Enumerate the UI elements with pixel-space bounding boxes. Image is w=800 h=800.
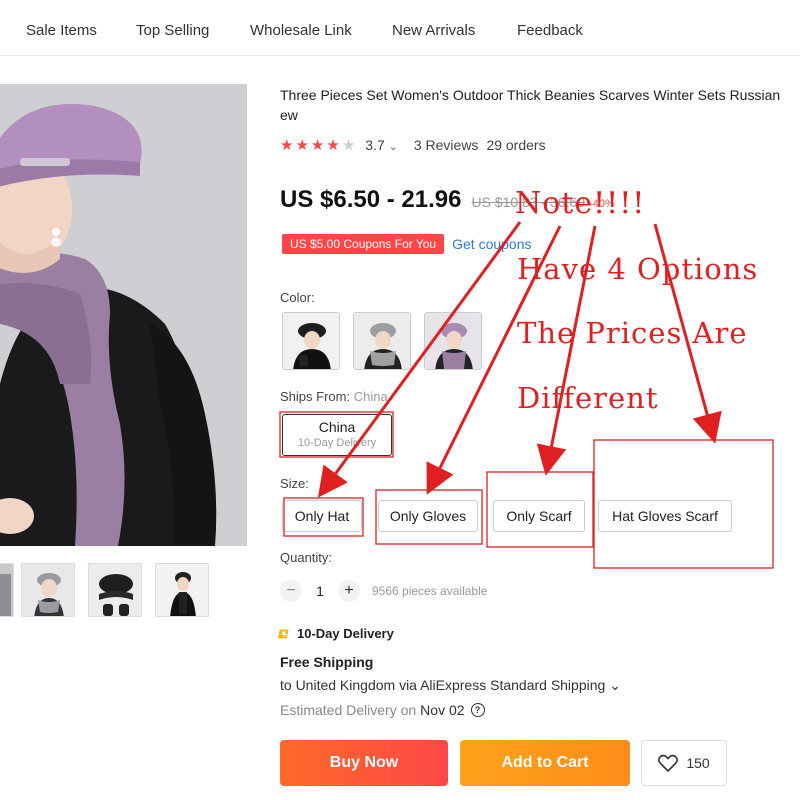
coupon-line: US $5.00 Coupons For You Get coupons [282,234,532,254]
nav-new-arrivals[interactable]: New Arrivals [392,22,475,39]
nav-feedback[interactable]: Feedback [517,22,583,39]
color-option-1[interactable] [282,312,340,370]
increase-button[interactable]: + [338,580,360,602]
ship-delivery-time: 10-Day Delivery [297,437,377,449]
delivery-badge: 10-Day Delivery [278,626,394,641]
ships-from-label: Ships From: China [280,389,388,404]
size-label: Size: [280,476,309,491]
main-product-image[interactable] [0,84,247,546]
size-option-only-hat[interactable]: Only Hat [282,500,362,532]
star-empty-icon: ★ [341,136,356,154]
rating-value[interactable]: 3.7 ⌄ [365,137,398,153]
orders-count: 29 orders [486,137,546,153]
annotation-line-4: Different [517,381,659,415]
size-option-only-gloves[interactable]: Only Gloves [378,500,478,532]
delivery-date: Nov 02 [420,702,465,718]
nav-wholesale-link[interactable]: Wholesale Link [250,22,352,39]
free-shipping: Free Shipping [280,654,374,670]
thumbnail-1[interactable] [0,563,14,617]
product-title: Three Pieces Set Women's Outdoor Thick B… [280,87,781,123]
ships-from-option-china[interactable]: China 10-Day Delivery [282,414,392,456]
color-label: Color: [280,290,315,305]
rating-row: ★ ★ ★ ★ ★ 3.7 ⌄ 3 Reviews 29 orders [280,135,546,155]
coupon-badge[interactable]: US $5.00 Coupons For You [282,234,445,254]
size-option-hat-gloves-scarf[interactable]: Hat Gloves Scarf [598,500,732,532]
wishlist-count: 150 [686,755,710,771]
star-icon: ★ [280,136,294,154]
ships-from-value: China [353,389,388,404]
annotation-line-3: The Prices Are [517,316,748,350]
stock-available: 9566 pieces available [372,584,488,598]
star-rating: ★ ★ ★ ★ ★ [280,138,355,153]
thumbnail-2[interactable] [21,563,75,617]
price: US $6.50 - 21.96 [280,186,462,213]
color-option-2[interactable] [353,312,411,370]
ship-country: China [318,419,356,435]
annotation-line-2: Have 4 Options [517,252,759,286]
quantity-stepper: − 1 + 9566 pieces available [280,580,487,602]
size-option-only-scarf[interactable]: Only Scarf [493,500,585,532]
help-icon[interactable]: ? [470,703,485,717]
wishlist-button[interactable]: 150 [641,740,727,786]
star-icon: ★ [310,136,325,154]
reviews-link[interactable]: 3 Reviews [414,137,479,153]
fast-delivery-icon [278,629,289,638]
nav-sale-items[interactable]: Sale Items [26,22,97,39]
get-coupons-link[interactable]: Get coupons [452,236,531,252]
decrease-button[interactable]: − [280,580,302,602]
annotation-note: Note!!!! [515,186,646,221]
quantity-label: Quantity: [280,550,333,565]
add-to-cart-button[interactable]: Add to Cart [460,740,630,786]
thumbnail-3[interactable] [88,563,142,617]
star-icon: ★ [326,136,340,154]
heart-icon [658,754,679,772]
buy-now-button[interactable]: Buy Now [280,740,448,786]
top-navigation: Sale Items Top Selling Wholesale Link Ne… [0,0,800,56]
shipping-destination[interactable]: to United Kingdom via AliExpress Standar… [280,677,621,694]
estimated-delivery: Estimated Delivery on Nov 02 ? [280,702,485,718]
thumbnail-4[interactable] [155,563,209,617]
quantity-input[interactable]: 1 [302,583,338,599]
nav-top-selling[interactable]: Top Selling [136,22,209,39]
star-icon: ★ [295,136,309,154]
product-photo [0,84,247,546]
chevron-down-icon: ⌄ [388,141,398,153]
color-option-3[interactable] [424,312,482,370]
